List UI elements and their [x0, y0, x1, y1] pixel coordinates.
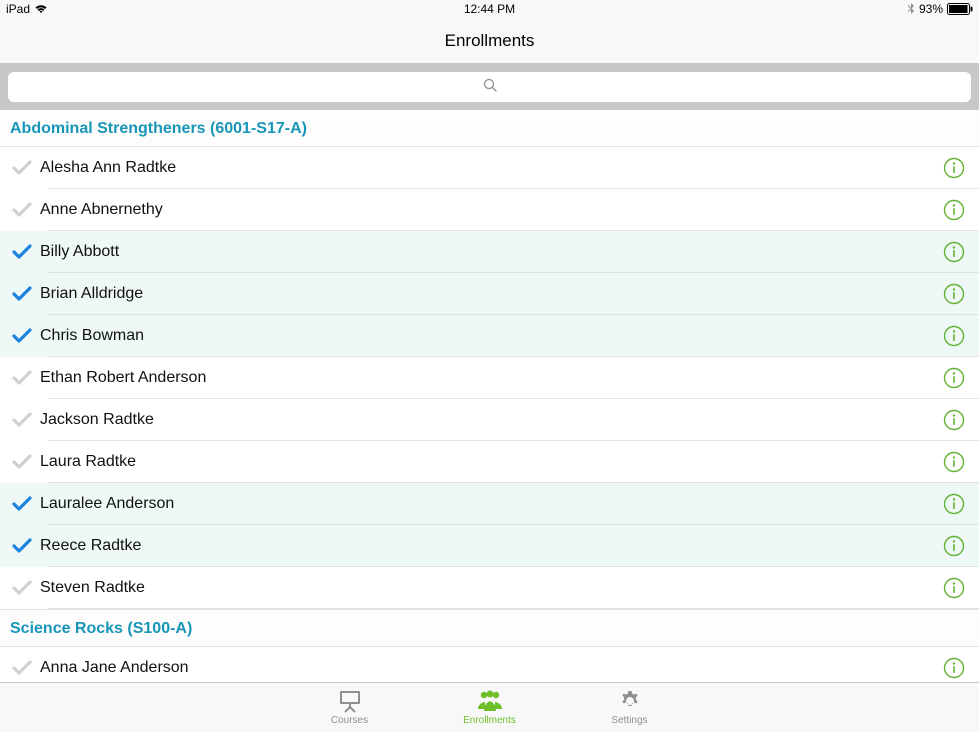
nav-bar: Enrollments: [0, 18, 979, 64]
check-icon[interactable]: [12, 412, 40, 428]
student-row[interactable]: Billy Abbott: [0, 231, 979, 273]
student-name: Brian Alldridge: [40, 285, 941, 303]
battery-icon: [947, 3, 973, 15]
student-row[interactable]: Chris Bowman: [0, 315, 979, 357]
search-bar-container: [0, 64, 979, 110]
status-time: 12:44 PM: [464, 2, 515, 16]
battery-percent: 93%: [919, 2, 943, 16]
easel-icon: [337, 689, 363, 713]
student-name: Alesha Ann Radtke: [40, 159, 941, 177]
gear-icon: [618, 689, 642, 713]
student-row[interactable]: Reece Radtke: [0, 525, 979, 567]
info-button[interactable]: [941, 325, 965, 347]
info-button[interactable]: [941, 535, 965, 557]
student-row[interactable]: Jackson Radtke: [0, 399, 979, 441]
tab-label: Enrollments: [463, 715, 516, 726]
tab-courses[interactable]: Courses: [310, 689, 390, 726]
student-row[interactable]: Ethan Robert Anderson: [0, 357, 979, 399]
tab-enrollments[interactable]: Enrollments: [450, 689, 530, 726]
info-button[interactable]: [941, 157, 965, 179]
student-name: Billy Abbott: [40, 243, 941, 261]
student-name: Steven Radtke: [40, 579, 941, 597]
student-row[interactable]: Steven Radtke: [0, 567, 979, 609]
tab-label: Courses: [331, 715, 368, 726]
student-name: Laura Radtke: [40, 453, 941, 471]
student-row[interactable]: Lauralee Anderson: [0, 483, 979, 525]
student-name: Lauralee Anderson: [40, 495, 941, 513]
info-button[interactable]: [941, 577, 965, 599]
check-icon[interactable]: [12, 244, 40, 260]
device-label: iPad: [6, 2, 30, 16]
check-icon[interactable]: [12, 202, 40, 218]
student-row[interactable]: Laura Radtke: [0, 441, 979, 483]
section-header: Abdominal Strengtheners (6001-S17-A): [0, 110, 979, 147]
info-button[interactable]: [941, 493, 965, 515]
check-icon[interactable]: [12, 370, 40, 386]
student-row[interactable]: Anne Abnernethy: [0, 189, 979, 231]
check-icon[interactable]: [12, 660, 40, 676]
check-icon[interactable]: [12, 580, 40, 596]
check-icon[interactable]: [12, 496, 40, 512]
student-name: Jackson Radtke: [40, 411, 941, 429]
student-row[interactable]: Anna Jane Anderson: [0, 647, 979, 682]
student-row[interactable]: Brian Alldridge: [0, 273, 979, 315]
student-name: Reece Radtke: [40, 537, 941, 555]
wifi-icon: [34, 4, 48, 14]
student-name: Anna Jane Anderson: [40, 659, 941, 677]
search-input[interactable]: [8, 72, 971, 102]
tab-label: Settings: [611, 715, 647, 726]
page-title: Enrollments: [445, 31, 535, 51]
search-icon: [483, 78, 497, 97]
student-name: Ethan Robert Anderson: [40, 369, 941, 387]
tab-settings[interactable]: Settings: [590, 689, 670, 726]
enrollment-list[interactable]: Abdominal Strengtheners (6001-S17-A) Ale…: [0, 110, 979, 682]
check-icon[interactable]: [12, 286, 40, 302]
section-header: Science Rocks (S100-A): [0, 609, 979, 647]
student-name: Chris Bowman: [40, 327, 941, 345]
tab-bar: Courses Enrollments Settings: [0, 682, 979, 732]
info-button[interactable]: [941, 199, 965, 221]
info-button[interactable]: [941, 657, 965, 679]
check-icon[interactable]: [12, 160, 40, 176]
info-button[interactable]: [941, 241, 965, 263]
status-bar: iPad 12:44 PM 93%: [0, 0, 979, 18]
status-left: iPad: [6, 2, 48, 16]
bluetooth-icon: [907, 3, 915, 15]
people-icon: [475, 689, 505, 713]
student-name: Anne Abnernethy: [40, 201, 941, 219]
check-icon[interactable]: [12, 328, 40, 344]
check-icon[interactable]: [12, 538, 40, 554]
student-row[interactable]: Alesha Ann Radtke: [0, 147, 979, 189]
info-button[interactable]: [941, 367, 965, 389]
check-icon[interactable]: [12, 454, 40, 470]
info-button[interactable]: [941, 451, 965, 473]
status-right: 93%: [907, 2, 973, 16]
info-button[interactable]: [941, 283, 965, 305]
info-button[interactable]: [941, 409, 965, 431]
